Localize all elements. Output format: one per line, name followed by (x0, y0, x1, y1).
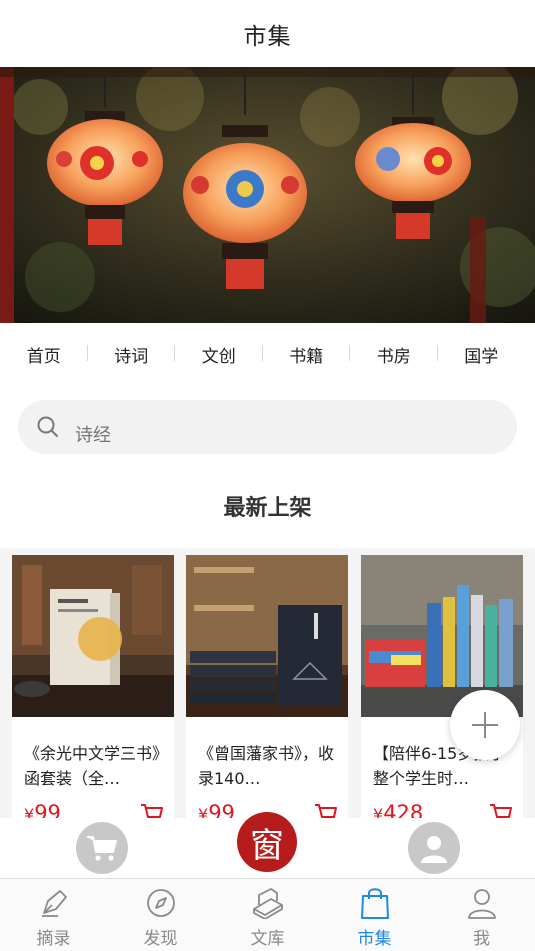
app-header: 市集 (0, 0, 535, 67)
product-image (12, 555, 174, 717)
product-card[interactable]: 【陪伴6-15岁孩子整个学生时… ¥428 (361, 555, 523, 825)
nav-item-sinology[interactable]: 国学 (438, 342, 526, 367)
tab-label: 我 (473, 929, 490, 949)
product-name: 《余光中文学三书》函套装（全… (24, 744, 161, 788)
shopping-bag-icon (358, 886, 392, 920)
tab-label: 市集 (357, 929, 392, 949)
nav-item-study[interactable]: 书房 (350, 342, 438, 367)
category-nav: 首页 诗词 文创 书籍 书房 国学 (0, 323, 535, 385)
search-input[interactable] (75, 424, 455, 446)
product-card[interactable]: 《余光中文学三书》函套装（全… ¥99 (12, 555, 174, 825)
section-title: 最新上架 (223, 496, 312, 521)
cart-button[interactable] (76, 822, 128, 874)
search-bar[interactable] (18, 400, 517, 454)
tab-market[interactable]: 市集 (321, 879, 428, 951)
product-image (186, 555, 348, 717)
lanterns-illustration (0, 67, 535, 323)
shopping-cart-icon (87, 836, 117, 861)
page-title: 市集 (243, 23, 292, 50)
tab-me[interactable]: 我 (428, 879, 535, 951)
window-logo-button[interactable]: 窗 (237, 812, 297, 872)
banner-image[interactable] (0, 67, 535, 323)
product-card[interactable]: 《曾国藩家书》，收录140… ¥99 (186, 555, 348, 825)
window-logo-label: 窗 (250, 825, 284, 866)
tab-label: 摘录 (36, 929, 71, 949)
product-name: 《曾国藩家书》，收录140… (198, 744, 335, 788)
nav-item-books[interactable]: 书籍 (263, 342, 351, 367)
pen-icon (37, 886, 71, 920)
nav-item-poetry[interactable]: 诗词 (88, 342, 176, 367)
action-bar: 窗 (0, 812, 535, 878)
nav-item-creative[interactable]: 文创 (175, 342, 263, 367)
tab-label: 文库 (250, 929, 285, 949)
tab-library[interactable]: 文库 (214, 879, 321, 951)
tab-excerpt[interactable]: 摘录 (0, 879, 107, 951)
user-avatar-icon (421, 836, 447, 863)
compass-icon (144, 886, 178, 920)
add-button[interactable] (450, 690, 520, 760)
plus-icon (472, 712, 498, 738)
search-icon (35, 414, 61, 440)
tab-label: 发现 (143, 929, 178, 949)
tab-discover[interactable]: 发现 (107, 879, 214, 951)
profile-button[interactable] (408, 822, 460, 874)
books-icon (251, 886, 285, 920)
product-list: 《余光中文学三书》函套装（全… ¥99 《曾国藩家书》，收录140… ¥99 【… (0, 548, 535, 825)
person-icon (465, 886, 499, 920)
bottom-tab-bar: 摘录 发现 文库 市集 我 (0, 878, 535, 951)
nav-item-home[interactable]: 首页 (0, 342, 88, 367)
